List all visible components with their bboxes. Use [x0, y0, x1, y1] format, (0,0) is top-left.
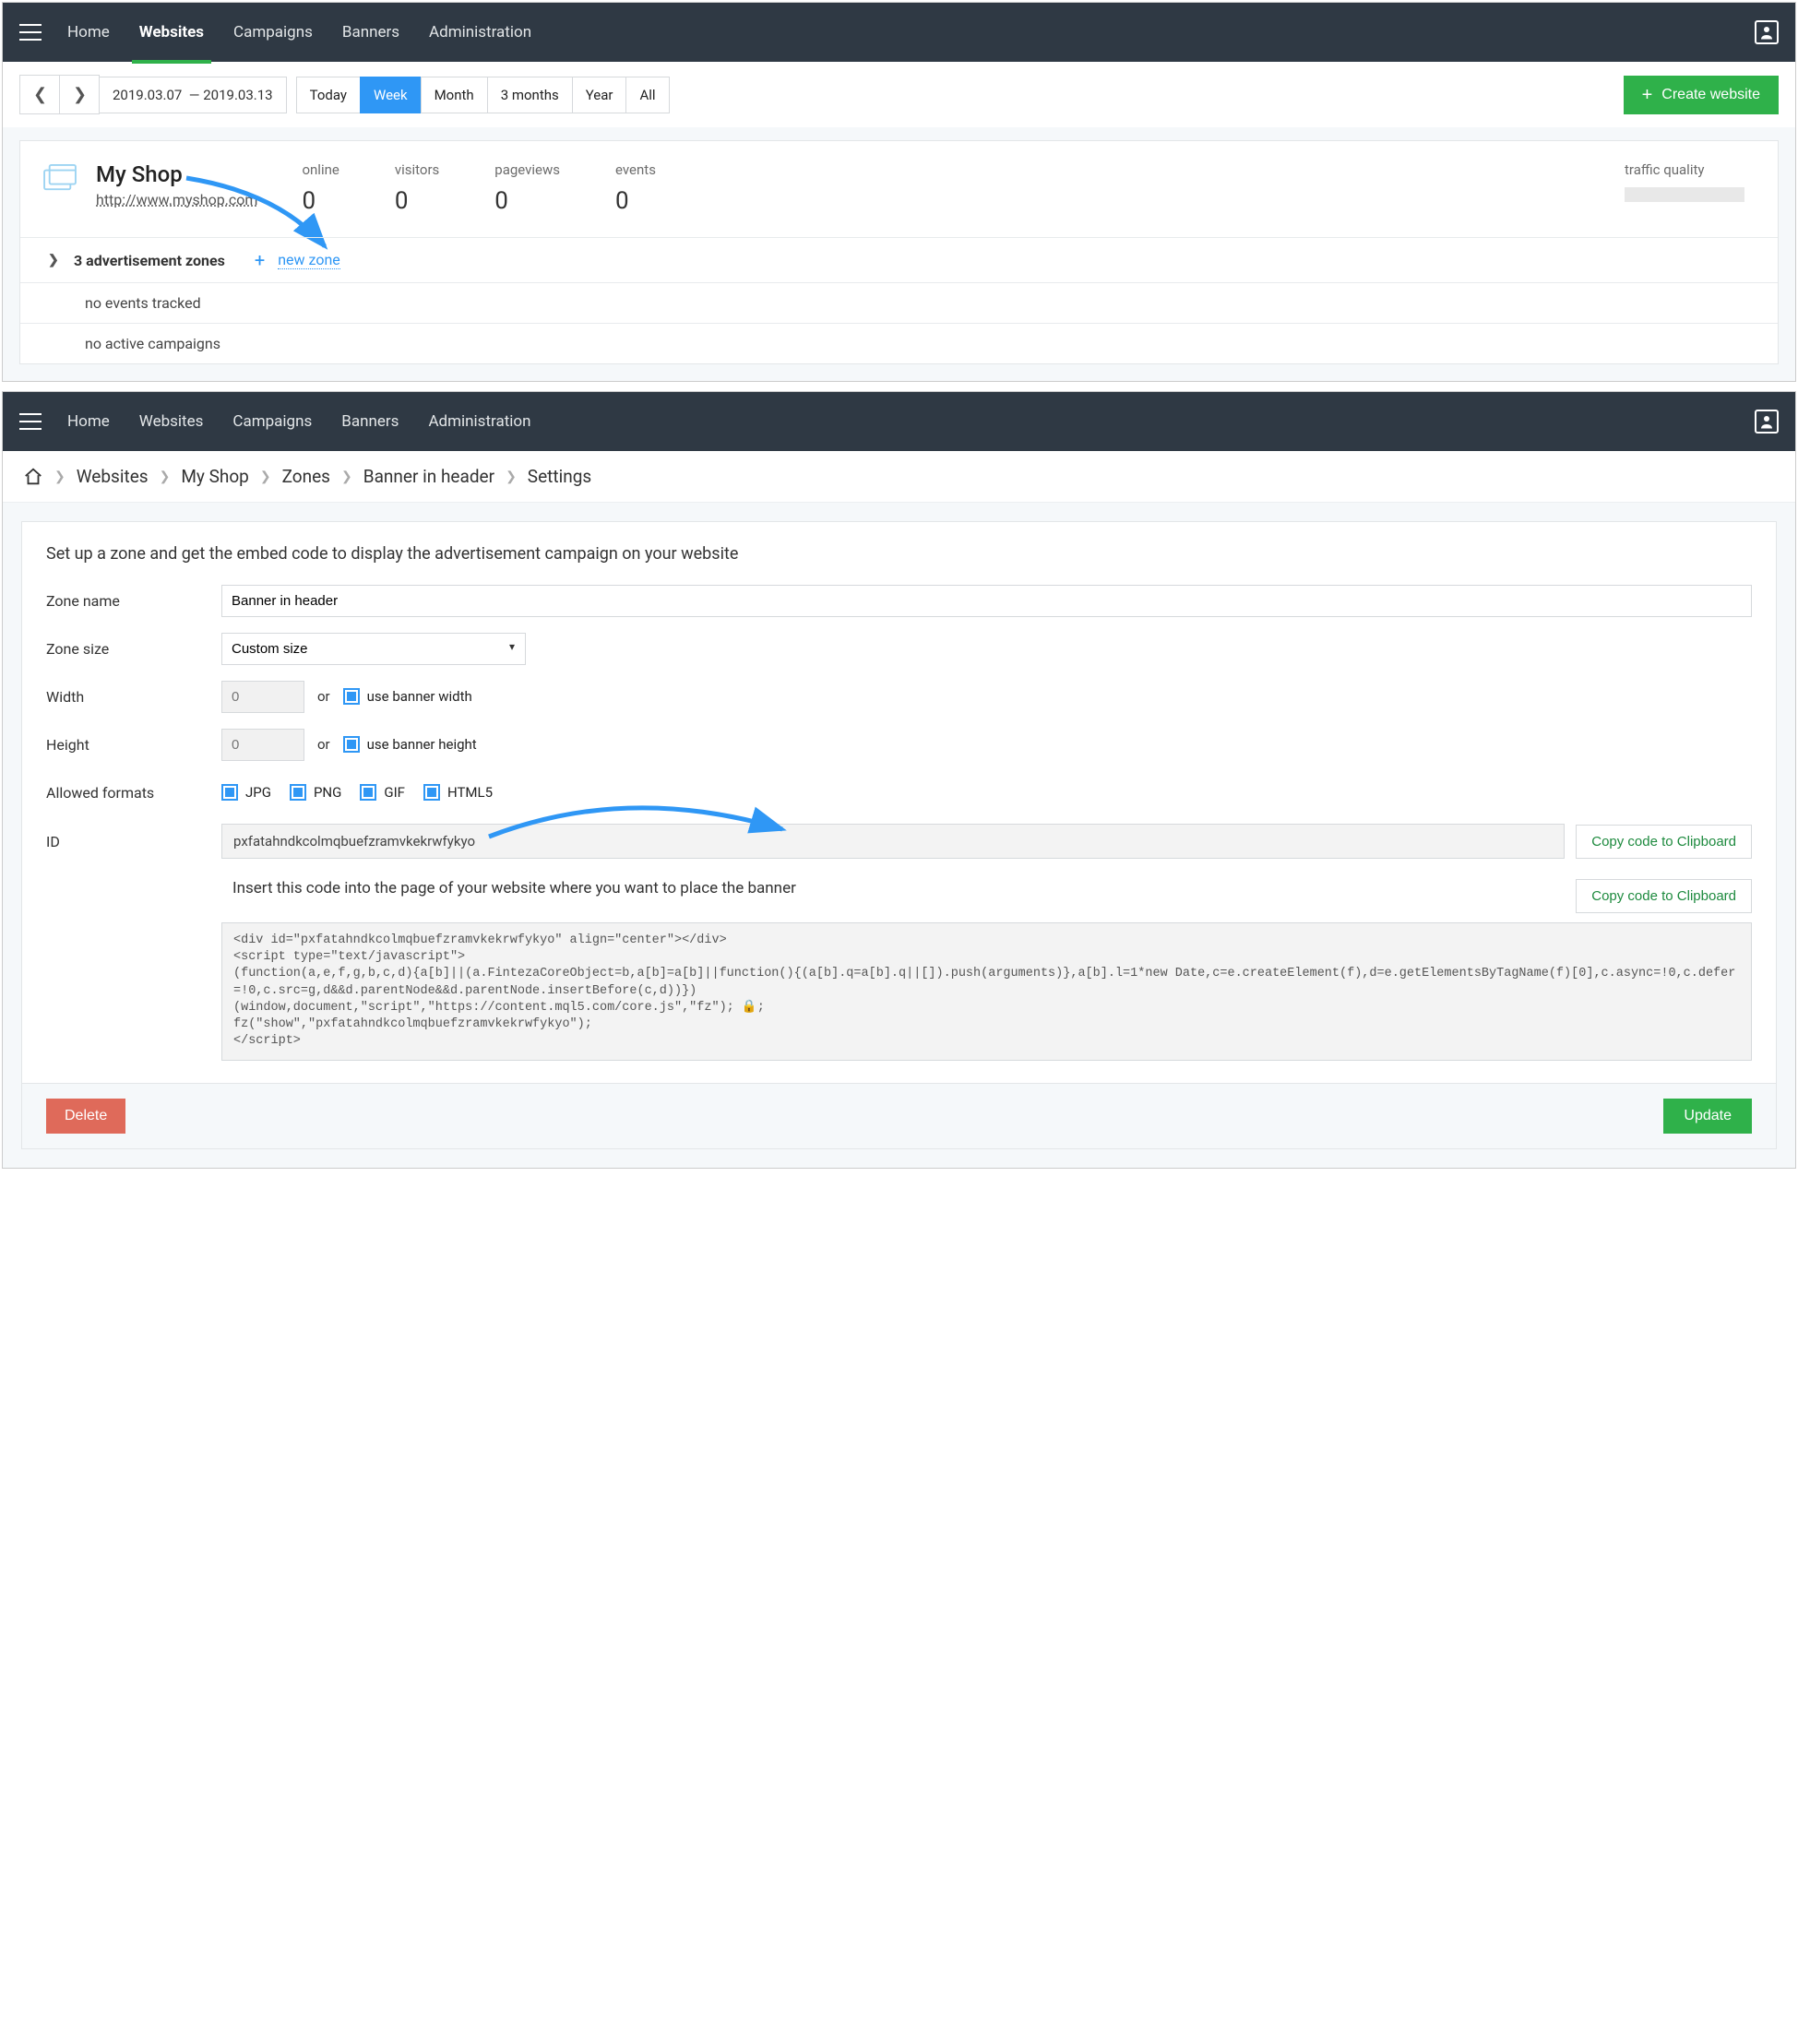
next-range-button[interactable]: ❯: [59, 75, 100, 114]
range-year[interactable]: Year: [572, 77, 627, 113]
create-website-label: Create website: [1661, 87, 1760, 103]
copy-id-button[interactable]: Copy code to Clipboard: [1576, 825, 1752, 859]
chevron-right-icon: ❯: [260, 469, 271, 484]
date-from: 2019.03.07: [113, 87, 182, 103]
format-html5-checkbox[interactable]: HTML5: [423, 784, 493, 801]
website-icon: [42, 163, 77, 193]
chevron-right-icon: ❯: [341, 469, 352, 484]
range-3months[interactable]: 3 months: [487, 77, 573, 113]
ad-zones-row[interactable]: ❯ 3 advertisement zones + new zone: [20, 237, 1778, 282]
format-gif-checkbox[interactable]: GIF: [360, 784, 405, 801]
plus-icon: +: [1642, 86, 1653, 104]
website-card: My Shop http://www.myshop.com online 0 vi…: [19, 140, 1779, 364]
update-button[interactable]: Update: [1663, 1099, 1752, 1134]
range-all[interactable]: All: [625, 77, 669, 113]
menu-icon[interactable]: [19, 413, 42, 430]
zone-size-label: Zone size: [46, 640, 221, 658]
nav-links-2: Home Websites Campaigns Banners Administ…: [67, 394, 530, 449]
crumb-zone[interactable]: Banner in header: [363, 466, 494, 487]
embed-code-block: <div id="pxfatahndkcolmqbuefzramvkekrwfy…: [221, 922, 1752, 1061]
user-avatar-icon[interactable]: [1755, 410, 1779, 434]
crumb-settings: Settings: [528, 466, 591, 487]
width-label: Width: [46, 688, 221, 706]
stat-pageviews-value: 0: [494, 187, 560, 215]
or-text: or: [317, 736, 330, 753]
stat-events-value: 0: [615, 187, 656, 215]
stat-events-label: events: [615, 161, 656, 178]
nav-home[interactable]: Home: [67, 394, 110, 449]
range-today[interactable]: Today: [296, 77, 361, 113]
user-avatar-icon[interactable]: [1755, 20, 1779, 44]
copy-embed-button[interactable]: Copy code to Clipboard: [1576, 879, 1752, 913]
zone-id-field: pxfatahndkcolmqbuefzramvkekrwfykyo: [221, 824, 1565, 859]
use-banner-height-label: use banner height: [367, 736, 477, 753]
form-footer: Delete Update: [21, 1084, 1777, 1149]
breadcrumb: ❯ Websites ❯ My Shop ❯ Zones ❯ Banner in…: [3, 451, 1795, 503]
nav-banners[interactable]: Banners: [341, 394, 399, 449]
use-banner-width-label: use banner width: [367, 688, 472, 705]
chevron-right-icon: ❯: [48, 253, 59, 267]
range-month[interactable]: Month: [421, 77, 488, 113]
zone-size-select[interactable]: Custom size: [221, 633, 526, 665]
top-panel: Home Websites Campaigns Banners Administ…: [2, 2, 1796, 382]
stat-pageviews-label: pageviews: [494, 161, 560, 178]
traffic-quality-bar: [1625, 187, 1744, 202]
prev-range-button[interactable]: ❮: [19, 75, 60, 114]
top-nav: Home Websites Campaigns Banners Administ…: [3, 3, 1795, 62]
home-icon[interactable]: [23, 467, 43, 487]
top-nav-2: Home Websites Campaigns Banners Administ…: [3, 392, 1795, 451]
menu-icon[interactable]: [19, 24, 42, 41]
chevron-right-icon: ❯: [506, 469, 517, 484]
use-banner-height-checkbox[interactable]: use banner height: [343, 736, 477, 753]
chevron-right-icon: ❯: [54, 469, 65, 484]
events-row: no events tracked: [20, 282, 1778, 323]
height-label: Height: [46, 736, 221, 754]
site-name: My Shop: [96, 161, 257, 187]
crumb-zones[interactable]: Zones: [282, 466, 330, 487]
insert-code-text: Insert this code into the page of your w…: [232, 879, 1565, 897]
ad-zones-label: 3 advertisement zones: [74, 252, 225, 269]
or-text: or: [317, 688, 330, 705]
stat-visitors-label: visitors: [395, 161, 439, 178]
create-website-button[interactable]: + Create website: [1624, 76, 1779, 114]
delete-button[interactable]: Delete: [46, 1099, 125, 1134]
formats-label: Allowed formats: [46, 784, 221, 802]
id-label: ID: [46, 833, 221, 850]
chevron-right-icon: ❯: [160, 469, 171, 484]
settings-heading: Set up a zone and get the embed code to …: [46, 544, 1752, 564]
nav-administration[interactable]: Administration: [429, 5, 531, 60]
date-to: 2019.03.13: [203, 87, 272, 103]
nav-home[interactable]: Home: [67, 5, 110, 60]
nav-banners[interactable]: Banners: [342, 5, 399, 60]
nav-campaigns[interactable]: Campaigns: [232, 394, 312, 449]
zone-settings-form: Set up a zone and get the embed code to …: [21, 521, 1777, 1084]
crumb-websites[interactable]: Websites: [77, 466, 149, 487]
traffic-quality-label: traffic quality: [1625, 161, 1754, 178]
site-url-link[interactable]: http://www.myshop.com: [96, 191, 257, 208]
range-week[interactable]: Week: [360, 77, 422, 113]
date-toolbar: ❮ ❯ 2019.03.07 — 2019.03.13 Today Week M…: [19, 75, 1779, 127]
zone-name-label: Zone name: [46, 592, 221, 610]
nav-campaigns[interactable]: Campaigns: [233, 5, 313, 60]
stat-online-label: online: [302, 161, 339, 178]
nav-links: Home Websites Campaigns Banners Administ…: [67, 5, 531, 60]
nav-websites[interactable]: Websites: [139, 394, 204, 449]
nav-administration[interactable]: Administration: [428, 394, 530, 449]
width-input[interactable]: [221, 681, 304, 713]
height-input[interactable]: [221, 729, 304, 761]
stat-online-value: 0: [302, 187, 339, 215]
settings-panel: Home Websites Campaigns Banners Administ…: [2, 391, 1796, 1169]
use-banner-width-checkbox[interactable]: use banner width: [343, 688, 472, 705]
add-zone-plus-icon[interactable]: +: [255, 249, 265, 271]
format-png-checkbox[interactable]: PNG: [290, 784, 341, 801]
date-range[interactable]: 2019.03.07 — 2019.03.13: [99, 77, 287, 113]
format-jpg-checkbox[interactable]: JPG: [221, 784, 271, 801]
new-zone-link[interactable]: new zone: [278, 251, 340, 269]
crumb-site[interactable]: My Shop: [181, 466, 249, 487]
stat-visitors-value: 0: [395, 187, 439, 215]
nav-websites[interactable]: Websites: [139, 5, 204, 60]
zone-name-input[interactable]: [221, 585, 1752, 617]
campaigns-row: no active campaigns: [20, 323, 1778, 363]
